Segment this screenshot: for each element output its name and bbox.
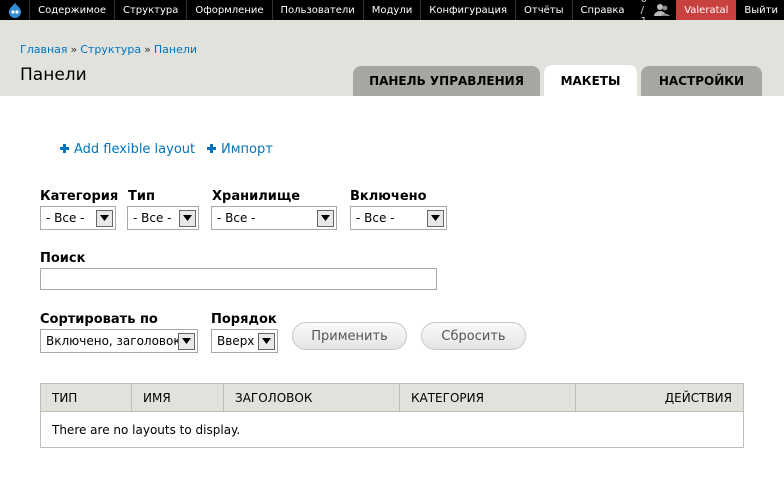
- chevron-down-icon: [178, 332, 195, 350]
- apply-button[interactable]: Применить: [292, 322, 407, 350]
- storage-select[interactable]: - Все -: [211, 206, 337, 230]
- breadcrumb-structure[interactable]: Структура: [80, 43, 141, 56]
- sort-by-select-value: Включено, заголовок: [46, 334, 178, 348]
- enabled-select[interactable]: - Все -: [350, 206, 447, 230]
- chevron-down-icon: [317, 209, 334, 227]
- reset-button[interactable]: Сбросить: [421, 322, 526, 350]
- toolbar-user-area: 0 / 1 Valeratal Выйти: [633, 0, 784, 27]
- table-row: There are no layouts to display.: [40, 411, 744, 448]
- chevron-down-icon: [258, 332, 275, 350]
- type-select-value: - Все -: [133, 211, 172, 225]
- add-flexible-layout-label: Add flexible layout: [74, 142, 196, 157]
- column-header-type[interactable]: Тип: [40, 383, 132, 412]
- order-select-value: Вверх: [217, 334, 255, 348]
- admin-toolbar: Содержимое Структура Оформление Пользова…: [0, 0, 784, 27]
- enabled-label: Включено: [350, 189, 427, 204]
- page-title: Панели: [20, 65, 87, 85]
- breadcrumb-separator: »: [144, 43, 151, 56]
- enabled-select-value: - Все -: [356, 211, 395, 225]
- drupal-logo-icon[interactable]: [0, 0, 29, 20]
- toolbar-menu: Содержимое Структура Оформление Пользова…: [29, 0, 632, 20]
- column-header-title[interactable]: Заголовок: [223, 383, 400, 412]
- toolbar-item-configuration[interactable]: Конфигурация: [420, 0, 515, 20]
- toolbar-item-appearance[interactable]: Оформление: [186, 0, 271, 20]
- column-header-name[interactable]: Имя: [131, 383, 224, 412]
- type-select[interactable]: - Все -: [127, 206, 199, 230]
- category-select-value: - Все -: [46, 211, 85, 225]
- breadcrumb-separator: »: [70, 43, 78, 56]
- tab-dashboard[interactable]: Панель управления: [353, 66, 540, 96]
- table-header-row: Тип Имя Заголовок Категория Действия: [40, 383, 744, 412]
- toolbar-item-help[interactable]: Справка: [571, 0, 633, 20]
- storage-label: Хранилище: [212, 189, 301, 204]
- chevron-down-icon: [96, 209, 113, 227]
- toolbar-item-structure[interactable]: Структура: [114, 0, 186, 20]
- sort-by-select[interactable]: Включено, заголовок: [40, 329, 198, 353]
- storage-select-value: - Все -: [217, 211, 256, 225]
- category-select[interactable]: - Все -: [40, 206, 116, 230]
- page-header: Главная» Структура» Панели Панели Панель у…: [0, 20, 784, 96]
- empty-table-message: There are no layouts to display.: [40, 411, 744, 448]
- search-input[interactable]: [40, 268, 437, 290]
- users-icon[interactable]: [654, 0, 676, 20]
- search-label: Поиск: [40, 251, 86, 266]
- tab-layouts[interactable]: Макеты: [544, 65, 637, 96]
- plus-icon: [207, 142, 216, 157]
- chevron-down-icon: [427, 209, 444, 227]
- plus-icon: [60, 142, 69, 157]
- column-header-category[interactable]: Категория: [399, 383, 576, 412]
- add-flexible-layout-link[interactable]: Add flexible layout: [60, 142, 195, 157]
- category-label: Категория: [40, 189, 119, 204]
- layouts-table: Тип Имя Заголовок Категория Действия The…: [40, 383, 744, 448]
- column-header-actions: Действия: [575, 383, 744, 412]
- breadcrumb: Главная» Структура» Панели: [20, 43, 197, 56]
- tab-settings[interactable]: Настройки: [641, 66, 762, 96]
- sort-by-label: Сортировать по: [40, 312, 158, 327]
- import-link[interactable]: Импорт: [207, 142, 273, 157]
- import-label: Импорт: [221, 142, 273, 157]
- toolbar-item-people[interactable]: Пользователи: [271, 0, 363, 20]
- breadcrumb-home[interactable]: Главная: [20, 43, 68, 56]
- breadcrumb-panels[interactable]: Панели: [154, 43, 197, 56]
- order-label: Порядок: [211, 312, 277, 327]
- chevron-down-icon: [179, 209, 196, 227]
- type-label: Тип: [128, 189, 155, 204]
- username-link[interactable]: Valeratal: [676, 0, 737, 20]
- toolbar-item-modules[interactable]: Модули: [362, 0, 420, 20]
- toolbar-item-reports[interactable]: Отчёты: [515, 0, 571, 20]
- toolbar-item-content[interactable]: Содержимое: [29, 0, 114, 20]
- online-users-counter: 0 / 1: [640, 0, 647, 27]
- logout-link[interactable]: Выйти: [736, 0, 784, 20]
- order-select[interactable]: Вверх: [211, 329, 278, 353]
